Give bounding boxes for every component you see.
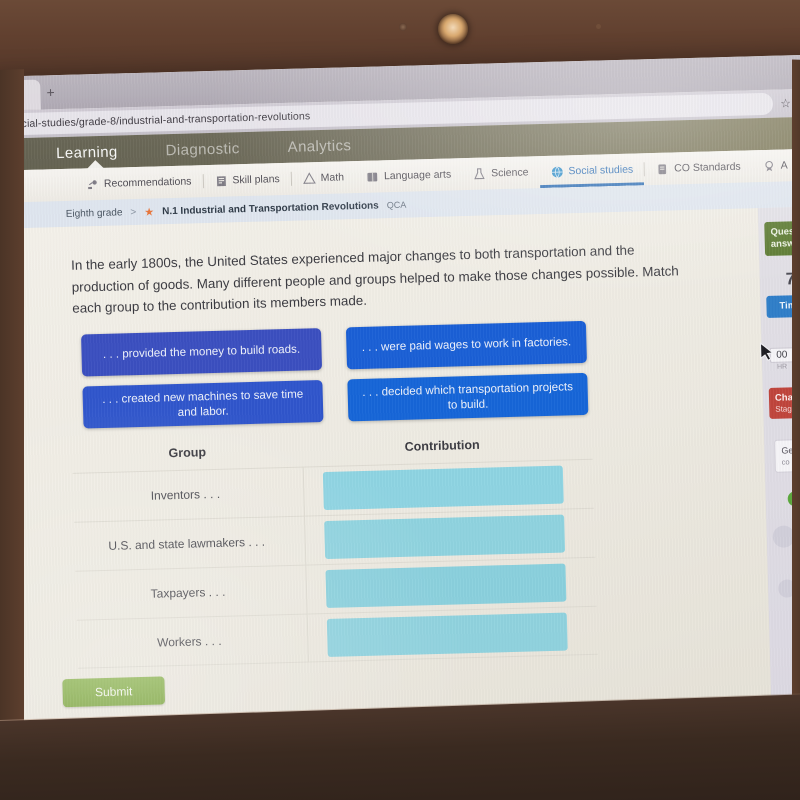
laptop-photo: ...portati ✕ + l.com/social-studies/grad…	[0, 0, 800, 800]
globe-icon	[551, 165, 563, 178]
group-label: Inventors . . .	[150, 486, 221, 503]
language-arts-icon	[367, 172, 378, 182]
mouse-cursor-icon	[759, 342, 775, 362]
answer-tile[interactable]: . . . decided which transportation proje…	[347, 372, 589, 422]
tab-math-label: Math	[320, 171, 345, 185]
answer-tile[interactable]: . . . provided the money to build roads.	[81, 328, 323, 377]
skill-plans-icon	[216, 175, 226, 186]
breadcrumb-tag: QCA	[386, 199, 407, 211]
tab-recommendations[interactable]: Recommendations	[75, 165, 203, 200]
topnav-item-learning[interactable]: Learning	[56, 143, 118, 162]
answer-tile[interactable]: . . . created new machines to save time …	[82, 380, 324, 429]
tab-awards-label: A	[780, 159, 788, 172]
answer-tile-label: . . . provided the money to build roads.	[102, 343, 301, 362]
tab-co-standards[interactable]: CO Standards	[645, 150, 752, 185]
science-icon	[474, 167, 485, 179]
question-content: In the early 1800s, the United States ex…	[0, 208, 772, 727]
drop-cell	[307, 611, 588, 657]
tab-math[interactable]: Math	[291, 161, 355, 195]
answer-tile[interactable]: . . . were paid wages to work in factori…	[345, 320, 587, 370]
webcam-icon	[438, 14, 468, 44]
bezel-sensor-icon	[596, 24, 601, 29]
breadcrumb-separator: >	[130, 206, 137, 218]
standards-clipboard-icon	[658, 163, 667, 174]
url-text: l.com/social-studies/grade-8/industrial-…	[0, 110, 311, 132]
new-tab-icon[interactable]: +	[46, 84, 55, 100]
tab-social-studies-label: Social studies	[568, 163, 634, 178]
drop-cell	[305, 563, 586, 609]
answer-tile-label: . . . created new machines to save time …	[102, 387, 304, 419]
group-label: U.S. and state lawmakers . . .	[108, 534, 266, 553]
tab-science[interactable]: Science	[462, 156, 540, 190]
submit-button[interactable]: Submit	[62, 676, 166, 708]
awards-icon	[765, 160, 773, 171]
group-label: Taxpayers . . .	[150, 584, 226, 601]
answer-tile-label: . . . were paid wages to work in factori…	[361, 335, 572, 355]
bookmark-star-icon[interactable]: ☆	[780, 96, 791, 110]
drop-zone[interactable]	[322, 465, 564, 511]
drop-zone[interactable]	[326, 612, 568, 657]
tab-science-label: Science	[490, 166, 529, 180]
tab-language-arts-label: Language arts	[383, 168, 452, 183]
tab-skill-plans[interactable]: Skill plans	[203, 163, 291, 197]
recommendations-icon	[88, 179, 97, 189]
matching-table: Group Contribution Inventors . . . U.S. …	[72, 435, 598, 669]
tab-recommendations-label: Recommendations	[103, 175, 192, 190]
laptop-left-bezel	[0, 69, 24, 771]
star-icon: ★	[144, 206, 155, 219]
breadcrumb-skill: N.1 Industrial and Transportation Revolu…	[161, 199, 379, 217]
answer-tile-group: . . . provided the money to build roads.…	[81, 320, 589, 429]
laptop-right-bezel	[792, 59, 800, 750]
timer-hours-unit: HR	[776, 363, 788, 371]
topnav-item-diagnostic[interactable]: Diagnostic	[165, 140, 239, 159]
drop-zone[interactable]	[325, 563, 567, 609]
laptop-screen: ...portati ✕ + l.com/social-studies/grad…	[0, 54, 800, 727]
drop-zone[interactable]	[324, 514, 566, 560]
math-icon	[302, 171, 316, 184]
webcam-led-icon	[399, 23, 407, 31]
drop-cell	[304, 514, 585, 560]
breadcrumb-grade[interactable]: Eighth grade	[66, 207, 123, 220]
drop-cell	[303, 465, 584, 511]
tab-social-studies[interactable]: Social studies	[539, 153, 645, 188]
tab-co-standards-label: CO Standards	[674, 160, 741, 175]
tab-skill-plans-label: Skill plans	[232, 173, 280, 187]
tab-language-arts[interactable]: Language arts	[355, 158, 463, 193]
topnav-item-analytics[interactable]: Analytics	[287, 137, 351, 156]
question-prompt: In the early 1800s, the United States ex…	[70, 242, 679, 317]
answer-tile-label: . . . decided which transportation proje…	[362, 380, 574, 412]
group-label: Workers . . .	[156, 633, 222, 650]
